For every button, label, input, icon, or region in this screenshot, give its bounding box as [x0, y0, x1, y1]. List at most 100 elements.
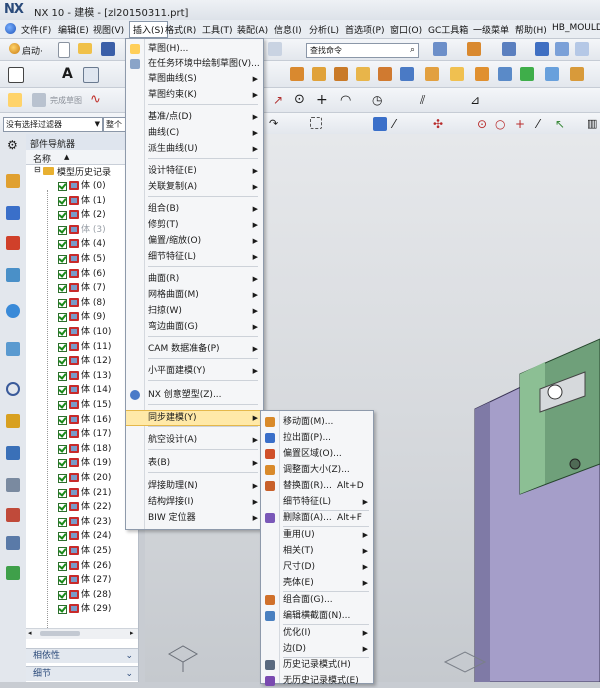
visibility-checkbox[interactable] [58, 590, 67, 600]
new-file-icon[interactable] [58, 42, 70, 58]
tree-row[interactable]: 体 (6) [26, 267, 138, 281]
visibility-checkbox[interactable] [58, 444, 67, 454]
chevron-down-icon[interactable]: ⌄ [125, 649, 133, 663]
sync-menu-item[interactable]: 壳体(E) ▶ [261, 576, 373, 590]
sync-menu-item[interactable]: 无历史记录模式(E) [261, 674, 373, 688]
scroll-right-icon[interactable]: ▸ [130, 629, 134, 637]
snap-face-icon[interactable]: ↖ [555, 117, 569, 131]
draft-icon[interactable] [450, 67, 464, 81]
visibility-checkbox[interactable] [58, 488, 67, 498]
view-orient-icon[interactable] [433, 42, 447, 56]
sync-menu-item[interactable]: 移动面(M)... [261, 415, 373, 429]
hole-icon[interactable] [334, 67, 348, 81]
insert-menu-item[interactable]: 网格曲面(M) ▶ [126, 288, 263, 302]
finish-sketch-label[interactable]: 完成草图 [50, 95, 82, 106]
menubar-item[interactable]: 工具(T) [202, 23, 233, 36]
undo-icon[interactable] [268, 42, 282, 56]
tree-row[interactable]: 体 (29) [26, 602, 138, 616]
tree-row[interactable]: 体 (1) [26, 194, 138, 208]
app-menu-icon[interactable] [5, 23, 16, 34]
tree-row[interactable]: 体 (15) [26, 398, 138, 412]
unite-icon[interactable] [498, 67, 512, 81]
visibility-checkbox[interactable] [58, 342, 67, 352]
sync-menu-item[interactable]: 组合面(G)... [261, 593, 373, 607]
tree-root[interactable]: ⊟ 模型历史记录 [26, 164, 138, 178]
intersect-icon[interactable] [545, 67, 559, 81]
visibility-checkbox[interactable] [58, 532, 67, 542]
profile-icon[interactable]: ∿ [90, 93, 104, 107]
web-browser-icon[interactable] [6, 304, 20, 318]
visibility-checkbox[interactable] [58, 298, 67, 308]
revolve-icon[interactable] [312, 67, 326, 81]
arc-icon[interactable]: ◠ [340, 93, 354, 108]
assembly-navigator-icon[interactable] [6, 174, 20, 188]
sketch-icon[interactable] [8, 93, 22, 107]
menubar-item[interactable]: 一级菜单 [473, 23, 509, 36]
insert-menu-item[interactable]: 派生曲线(U) ▶ [126, 142, 263, 156]
snap-endpoint-icon[interactable] [373, 117, 387, 131]
shaded-cube-icon[interactable] [555, 42, 569, 56]
visibility-checkbox[interactable] [58, 225, 67, 235]
start-button[interactable]: 启动· [22, 44, 43, 57]
visibility-checkbox[interactable] [58, 503, 67, 513]
visibility-checkbox[interactable] [58, 386, 67, 396]
subtract-icon[interactable] [520, 67, 534, 81]
insert-menu-item[interactable]: 基准/点(D) ▶ [126, 110, 263, 124]
layer-icon[interactable] [502, 42, 516, 56]
visibility-checkbox[interactable] [58, 240, 67, 250]
insert-menu-item[interactable]: 草图(H)... [126, 42, 263, 56]
insert-menu-item[interactable]: 扫掠(W) ▶ [126, 304, 263, 318]
manufacturing-wizard-icon[interactable] [6, 446, 20, 460]
horizontal-scrollbar[interactable]: ◂ ▸ [26, 628, 138, 639]
tree-row[interactable]: 体 (25) [26, 544, 138, 558]
circle-point-icon[interactable]: ⊙ [294, 93, 308, 107]
insert-menu-item[interactable]: NX 创意塑型(Z)... [126, 388, 263, 402]
chevron-down-icon[interactable]: ⌄ [125, 667, 133, 681]
insert-menu-item[interactable]: 设计特征(E) ▶ [126, 164, 263, 178]
collapse-icon[interactable]: ⊟ [34, 165, 41, 174]
menubar-item[interactable]: HB_MOULD [552, 23, 600, 33]
visibility-checkbox[interactable] [58, 313, 67, 323]
sync-menu-item[interactable]: 删除面(A)... Alt+F [261, 511, 373, 525]
insert-menu-item[interactable]: 草图曲线(S) ▶ [126, 72, 263, 86]
sync-menu-item[interactable]: 替换面(R)... Alt+D [261, 479, 373, 493]
extrude-icon[interactable] [290, 67, 304, 81]
sync-menu-item[interactable]: 编辑横截面(N)... [261, 609, 373, 623]
visibility-checkbox[interactable] [58, 576, 67, 586]
visibility-checkbox[interactable] [58, 284, 67, 294]
menubar-item[interactable]: 装配(A) [237, 23, 268, 36]
box-select-icon[interactable] [310, 117, 322, 129]
insert-menu-item[interactable]: 表(B) ▶ [126, 456, 263, 470]
sync-menu-item[interactable]: 边(D) ▶ [261, 642, 373, 656]
visibility-checkbox[interactable] [58, 547, 67, 556]
tree-row[interactable]: 体 (9) [26, 310, 138, 324]
snap-intersection-icon[interactable]: ✣ [433, 117, 447, 131]
roles-icon[interactable] [6, 478, 20, 492]
start-button-icon[interactable] [9, 43, 20, 54]
insert-menu-item[interactable]: 修剪(T) ▶ [126, 218, 263, 232]
constraint-navigator-icon[interactable] [6, 206, 20, 220]
details-panel[interactable]: 细节 ⌄ [26, 666, 138, 681]
visibility-checkbox[interactable] [58, 182, 67, 191]
tree-row[interactable]: 体 (17) [26, 427, 138, 441]
tree-row[interactable]: 体 (0) [26, 179, 138, 193]
insert-menu-item[interactable]: 同步建模(Y) ▶ [126, 410, 263, 426]
clock-history-icon[interactable] [6, 382, 20, 396]
tree-row[interactable]: 体 (28) [26, 588, 138, 602]
settings-gear-icon[interactable]: ⚙ [7, 138, 18, 152]
selection-filter-dropdown[interactable]: 没有选择过滤器 ▼ [3, 117, 103, 132]
sync-menu-item[interactable]: 重用(U) ▶ [261, 528, 373, 542]
snap-midpoint-icon[interactable]: ⁄ [393, 117, 407, 131]
tree-row[interactable]: 体 (12) [26, 354, 138, 368]
open-folder-icon[interactable] [78, 43, 92, 54]
insert-menu-item[interactable]: CAM 数据准备(P) ▶ [126, 342, 263, 356]
table-icon[interactable] [83, 67, 99, 83]
insert-menu-item[interactable]: 在任务环境中绘制草图(V)... [126, 57, 263, 71]
constraint-icon[interactable]: ↗ [273, 93, 287, 107]
system-materials-icon[interactable] [6, 508, 20, 522]
finish-sketch-icon[interactable] [32, 93, 46, 107]
save-icon[interactable] [101, 42, 115, 56]
visibility-checkbox[interactable] [58, 605, 67, 615]
sync-menu-item[interactable]: 优化(I) ▶ [261, 626, 373, 640]
insert-menu-item[interactable]: BIW 定位器 ▶ [126, 511, 263, 525]
